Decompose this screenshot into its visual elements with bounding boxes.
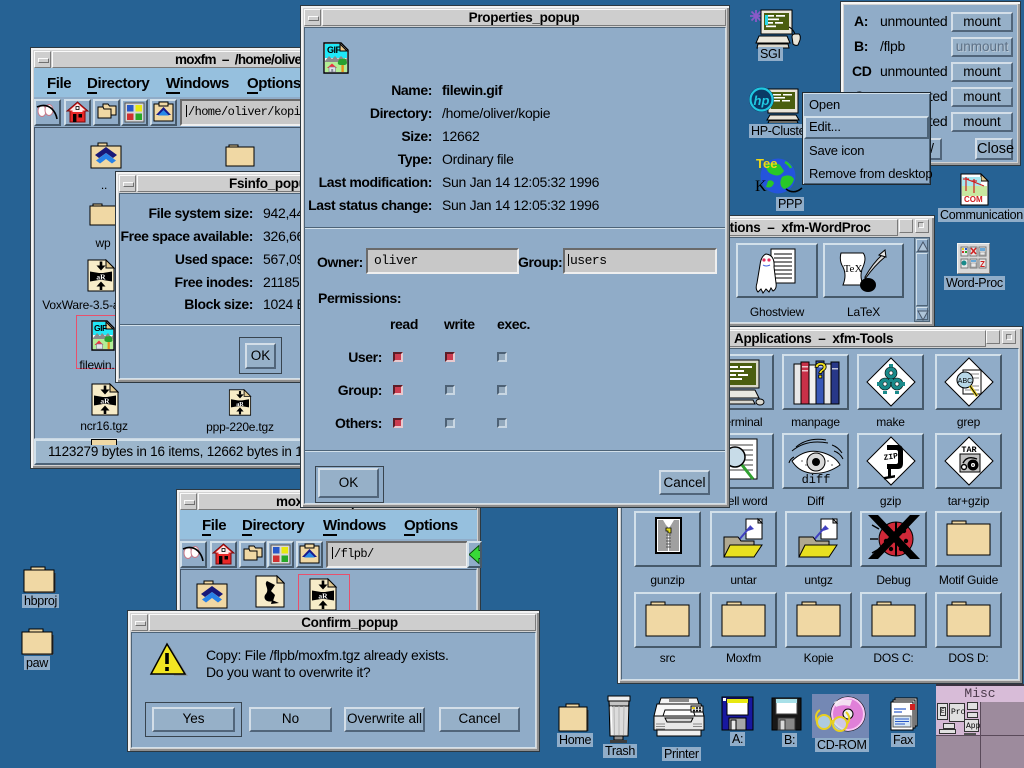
svg-text:COM: COM: [964, 195, 983, 204]
svg-text:GIF: GIF: [327, 45, 342, 55]
svg-text:hp: hp: [754, 93, 770, 108]
svg-text:Tee: Tee: [756, 156, 777, 171]
svg-text:?: ?: [814, 358, 827, 383]
svg-text:GIF: GIF: [94, 323, 107, 333]
svg-text:K: K: [755, 178, 767, 195]
svg-text:diff: diff: [802, 473, 831, 485]
svg-text:Z: Z: [980, 260, 985, 269]
svg-text:ABC: ABC: [958, 378, 972, 385]
svg-text:TeX: TeX: [844, 263, 863, 275]
